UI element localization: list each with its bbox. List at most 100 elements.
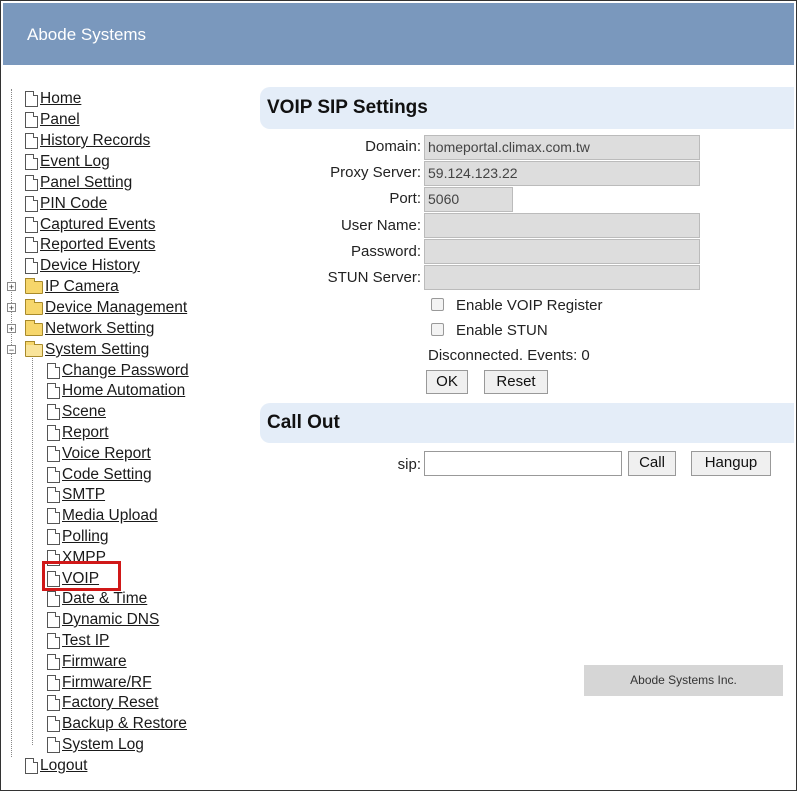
- sidebar-item-home-automation[interactable]: Home Automation: [47, 381, 185, 401]
- sidebar-item-change-password[interactable]: Change Password: [47, 361, 189, 381]
- sidebar-item-label[interactable]: PIN Code: [40, 195, 107, 213]
- expand-toggle-icon[interactable]: +: [7, 282, 16, 292]
- sidebar-item-backup-restore[interactable]: Backup & Restore: [47, 714, 187, 734]
- sidebar-item-label[interactable]: History Records: [40, 132, 150, 150]
- sidebar-item-smtp[interactable]: SMTP: [47, 485, 105, 505]
- port-field[interactable]: 5060: [424, 187, 513, 212]
- sidebar-item-factory-reset[interactable]: Factory Reset: [47, 693, 158, 713]
- stun-server-label: STUN Server:: [327, 269, 421, 286]
- page-icon: [25, 133, 38, 149]
- sidebar-item-label[interactable]: Media Upload: [62, 507, 158, 525]
- sidebar-item-home[interactable]: Home: [25, 89, 81, 109]
- tree-guide-line: [11, 89, 12, 757]
- sidebar-item-label[interactable]: Network Setting: [45, 320, 154, 338]
- expand-toggle-icon[interactable]: +: [7, 303, 16, 313]
- expand-toggle-icon[interactable]: +: [7, 324, 16, 334]
- sidebar-item-label[interactable]: Reported Events: [40, 236, 155, 254]
- sidebar-item-label[interactable]: Report: [62, 424, 109, 442]
- sidebar-item-scene[interactable]: Scene: [47, 402, 106, 422]
- page-icon: [25, 258, 38, 274]
- sidebar-item-event-log[interactable]: Event Log: [25, 152, 110, 172]
- folder-icon: [25, 298, 43, 315]
- sidebar-item-label[interactable]: Change Password: [62, 362, 189, 380]
- page-icon: [47, 487, 60, 503]
- sidebar-item-label[interactable]: System Setting: [45, 341, 149, 359]
- sidebar-item-panel-setting[interactable]: Panel Setting: [25, 173, 132, 193]
- sidebar-item-label[interactable]: Test IP: [62, 632, 109, 650]
- call-button[interactable]: Call: [628, 451, 676, 476]
- folder-icon: [25, 319, 43, 336]
- password-label: Password:: [350, 243, 421, 260]
- sidebar-item-label[interactable]: SMTP: [62, 486, 105, 504]
- sidebar-item-pin-code[interactable]: PIN Code: [25, 194, 107, 214]
- sidebar-item-label[interactable]: Firmware/RF: [62, 674, 152, 692]
- sidebar-item-label[interactable]: IP Camera: [45, 278, 119, 296]
- sidebar-item-history-records[interactable]: History Records: [25, 131, 150, 151]
- sidebar-item-label[interactable]: Device Management: [45, 299, 187, 317]
- sidebar-item-device-history[interactable]: Device History: [25, 256, 140, 276]
- page-icon: [47, 467, 60, 483]
- username-field[interactable]: [424, 213, 700, 238]
- sidebar-item-network-setting[interactable]: Network Setting: [25, 319, 154, 339]
- sidebar-item-system-setting[interactable]: System Setting: [25, 340, 149, 360]
- hangup-button[interactable]: Hangup: [691, 451, 771, 476]
- sidebar-item-label[interactable]: Date & Time: [62, 590, 147, 608]
- sidebar-item-label[interactable]: Event Log: [40, 153, 110, 171]
- sidebar-item-label[interactable]: Scene: [62, 403, 106, 421]
- port-label: Port:: [389, 190, 421, 207]
- domain-field[interactable]: homeportal.climax.com.tw: [424, 135, 700, 160]
- sidebar-item-label[interactable]: Code Setting: [62, 466, 152, 484]
- sidebar-item-voice-report[interactable]: Voice Report: [47, 444, 151, 464]
- page-icon: [47, 737, 60, 753]
- sip-input[interactable]: [424, 451, 622, 476]
- sidebar-item-captured-events[interactable]: Captured Events: [25, 215, 155, 235]
- sidebar-item-device-management[interactable]: Device Management: [25, 298, 187, 318]
- page-icon: [25, 91, 38, 107]
- enable-stun-label: Enable STUN: [456, 322, 548, 339]
- enable-stun-checkbox[interactable]: [431, 323, 444, 336]
- sidebar-item-logout[interactable]: Logout: [25, 756, 87, 776]
- collapse-toggle-icon[interactable]: −: [7, 345, 16, 355]
- sidebar-item-label[interactable]: Panel Setting: [40, 174, 132, 192]
- sidebar-item-label[interactable]: Panel: [40, 111, 80, 129]
- sidebar-item-panel[interactable]: Panel: [25, 110, 80, 130]
- sidebar-item-test-ip[interactable]: Test IP: [47, 631, 109, 651]
- sidebar-tree: Home Panel History Records Event Log Pan…: [5, 89, 245, 779]
- sidebar-item-label[interactable]: Polling: [62, 528, 109, 546]
- page-icon: [25, 154, 38, 170]
- voip-section-title: VOIP SIP Settings: [267, 97, 428, 118]
- enable-voip-register-checkbox[interactable]: [431, 298, 444, 311]
- reset-button[interactable]: Reset: [484, 370, 548, 394]
- sidebar-item-system-log[interactable]: System Log: [47, 735, 144, 755]
- sidebar-item-label[interactable]: Factory Reset: [62, 694, 158, 712]
- sidebar-item-reported-events[interactable]: Reported Events: [25, 235, 155, 255]
- sidebar-item-label[interactable]: Voice Report: [62, 445, 151, 463]
- sidebar-item-code-setting[interactable]: Code Setting: [47, 465, 152, 485]
- sidebar-item-label[interactable]: Dynamic DNS: [62, 611, 159, 629]
- sidebar-item-label[interactable]: System Log: [62, 736, 144, 754]
- sidebar-item-label[interactable]: Home: [40, 90, 81, 108]
- sidebar-item-label[interactable]: Home Automation: [62, 382, 185, 400]
- sidebar-item-firmware[interactable]: Firmware: [47, 652, 127, 672]
- proxy-server-label: Proxy Server:: [330, 164, 421, 181]
- sidebar-item-firmware-rf[interactable]: Firmware/RF: [47, 673, 152, 693]
- sidebar-item-date-time[interactable]: Date & Time: [47, 589, 147, 609]
- ok-button[interactable]: OK: [426, 370, 468, 394]
- sidebar-item-report[interactable]: Report: [47, 423, 109, 443]
- sidebar-item-label[interactable]: Backup & Restore: [62, 715, 187, 733]
- sidebar-item-polling[interactable]: Polling: [47, 527, 109, 547]
- sidebar-item-dynamic-dns[interactable]: Dynamic DNS: [47, 610, 159, 630]
- proxy-server-field[interactable]: 59.124.123.22: [424, 161, 700, 186]
- domain-label: Domain:: [365, 138, 421, 155]
- sidebar-item-label[interactable]: Logout: [40, 757, 87, 775]
- password-field[interactable]: [424, 239, 700, 264]
- page-icon: [47, 695, 60, 711]
- enable-voip-register-label: Enable VOIP Register: [456, 297, 603, 314]
- page-icon: [47, 612, 60, 628]
- sidebar-item-label[interactable]: Captured Events: [40, 216, 155, 234]
- sidebar-item-ip-camera[interactable]: IP Camera: [25, 277, 119, 297]
- sidebar-item-media-upload[interactable]: Media Upload: [47, 506, 158, 526]
- sidebar-item-label[interactable]: Firmware: [62, 653, 127, 671]
- sidebar-item-label[interactable]: Device History: [40, 257, 140, 275]
- stun-server-field[interactable]: [424, 265, 700, 290]
